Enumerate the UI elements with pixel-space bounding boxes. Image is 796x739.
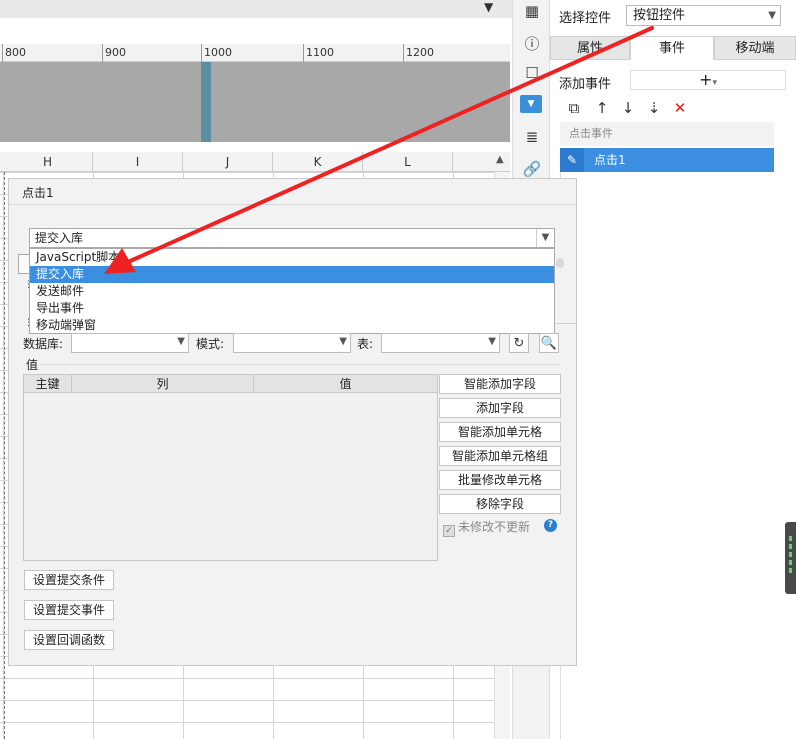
ruler-tick: 800: [2, 44, 26, 62]
event-item-label: 点击1: [594, 153, 626, 167]
table-header-value: 值: [339, 377, 352, 391]
link-icon[interactable]: 🔗: [521, 158, 543, 180]
action-type-dropdown: JavaScript脚本 提交入库 发送邮件 导出事件 移动端弹窗: [29, 248, 555, 334]
set-submit-event-button[interactable]: 设置提交事件: [24, 600, 115, 620]
set-submit-condition-button[interactable]: 设置提交条件: [24, 570, 115, 590]
ruler-tick: 1100: [303, 44, 334, 62]
event-list-header: 点击事件: [560, 122, 774, 146]
chevron-down-icon: ▼: [177, 336, 185, 347]
no-change-label: 未修改不更新: [458, 520, 531, 534]
copy-icon[interactable]: ⧉: [564, 96, 584, 120]
dropdown-option[interactable]: 移动端弹窗: [30, 317, 554, 334]
scroll-knob[interactable]: [556, 258, 564, 268]
tab-mobile[interactable]: 移动端: [714, 36, 796, 60]
values-section-label: 值: [26, 358, 39, 372]
arrow-up-icon[interactable]: ↑: [592, 96, 612, 120]
dropdown-option[interactable]: JavaScript脚本: [30, 249, 554, 266]
horizontal-ruler: 800 900 1000 1100 1200: [0, 44, 510, 62]
ruler-tick: 1000: [201, 44, 232, 62]
set-callback-button[interactable]: 设置回调函数: [24, 630, 115, 650]
move-to-bottom-icon[interactable]: ⇣: [644, 96, 664, 120]
column-header-row: H I J K L: [0, 152, 510, 172]
add-field-button[interactable]: 添加字段: [439, 398, 561, 418]
select-control-label: 选择控件: [559, 11, 612, 26]
schema-select[interactable]: ▼: [233, 333, 351, 353]
add-event-label: 添加事件: [559, 77, 612, 92]
component-icon[interactable]: ≣: [521, 126, 543, 148]
design-canvas[interactable]: [0, 62, 510, 142]
smart-add-cell-button[interactable]: 智能添加单元格: [439, 422, 561, 442]
sheet-border: [4, 172, 5, 739]
column-header[interactable]: K: [273, 152, 363, 172]
event-list-item[interactable]: ✎ 点击1: [560, 148, 774, 172]
side-meter-widget[interactable]: [785, 522, 796, 594]
chevron-down-icon: ▾: [712, 78, 717, 88]
frame-icon[interactable]: ☐: [521, 62, 543, 84]
column-header[interactable]: I: [93, 152, 183, 172]
schema-label: 模式:: [196, 337, 225, 351]
select-control-value: 按钮控件: [633, 8, 686, 23]
batch-modify-cells-button[interactable]: 批量修改单元格: [439, 470, 561, 490]
table-header-column: 列: [72, 375, 254, 393]
table-label: 表:: [357, 337, 374, 351]
dropdown-widget-icon[interactable]: ▼: [520, 95, 542, 113]
chevron-down-icon: ▼: [488, 336, 496, 347]
delete-icon[interactable]: ✕: [670, 96, 690, 120]
smart-add-field-button[interactable]: 智能添加字段: [439, 374, 561, 394]
table-select[interactable]: ▼: [381, 333, 500, 353]
event-toolbar: ⧉ ↑ ↓ ⇣ ✕: [560, 96, 780, 120]
plus-icon: +: [699, 70, 713, 89]
no-change-no-update-checkbox[interactable]: ✓ 未修改不更新: [443, 518, 530, 537]
action-type-select[interactable]: 提交入库 ▼: [29, 228, 555, 248]
tab-properties[interactable]: 属性: [550, 36, 630, 60]
refresh-icon[interactable]: ↻: [509, 333, 529, 353]
chevron-down-icon: ▼: [768, 10, 776, 21]
cursor-pointer-icon: ▼: [484, 0, 494, 14]
arrow-down-icon[interactable]: ↓: [618, 96, 638, 120]
tab-events[interactable]: 事件: [630, 36, 714, 60]
ruler-tick: 1200: [403, 44, 434, 62]
help-icon[interactable]: ?: [544, 519, 557, 532]
table-header-primary-key: 主键: [24, 375, 72, 393]
dialog-title: 点击1: [22, 186, 54, 200]
dropdown-option[interactable]: 导出事件: [30, 300, 554, 317]
database-label: 数据库:: [23, 337, 64, 351]
checkbox-checked-icon: ✓: [443, 525, 455, 537]
column-header[interactable]: J: [183, 152, 273, 172]
column-header[interactable]: L: [363, 152, 453, 172]
info-panel-icon[interactable]: ⓘ: [521, 32, 543, 54]
database-select[interactable]: ▼: [71, 333, 189, 353]
column-header[interactable]: H: [3, 152, 93, 172]
chevron-down-icon[interactable]: ▼: [536, 229, 554, 247]
dropdown-option[interactable]: 发送邮件: [30, 283, 554, 300]
canvas-marker: [201, 62, 211, 142]
dropdown-option-selected[interactable]: 提交入库: [30, 266, 554, 283]
remove-field-button[interactable]: 移除字段: [439, 494, 561, 514]
divider: [556, 323, 576, 324]
select-control-combo[interactable]: 按钮控件 ▼: [626, 5, 781, 26]
chevron-down-icon: ▼: [339, 336, 347, 347]
action-type-value: 提交入库: [35, 231, 84, 245]
divider: [9, 204, 576, 205]
field-table-header: 主键 列 值: [24, 375, 437, 393]
preview-search-icon[interactable]: 🔍: [539, 333, 559, 353]
edit-pencil-icon[interactable]: ✎: [560, 148, 584, 172]
field-table[interactable]: [23, 374, 438, 561]
ruler-tick: 900: [102, 44, 126, 62]
divider: [40, 364, 560, 365]
grid-layout-icon[interactable]: ▦: [521, 0, 543, 22]
top-strip: [0, 0, 512, 18]
add-event-button[interactable]: +▾: [630, 70, 786, 90]
smart-add-cell-group-button[interactable]: 智能添加单元格组: [439, 446, 561, 466]
scroll-up-icon[interactable]: ▲: [496, 154, 508, 168]
